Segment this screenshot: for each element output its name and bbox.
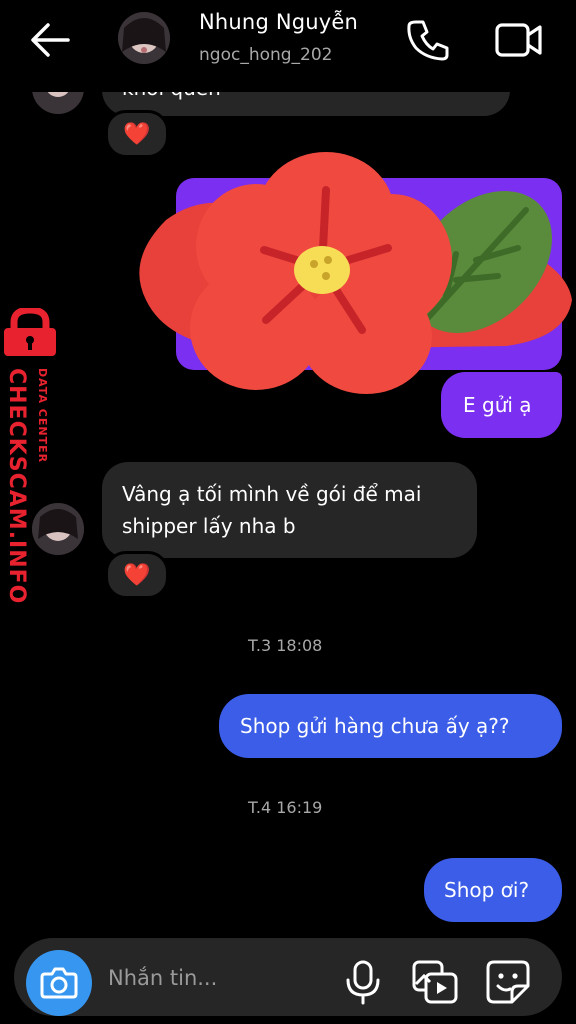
message-composer bbox=[14, 938, 562, 1016]
camera-icon bbox=[40, 967, 78, 999]
contact-username[interactable]: ngoc_hong_202 bbox=[199, 45, 333, 65]
back-button[interactable] bbox=[26, 20, 74, 60]
phone-icon bbox=[407, 20, 449, 61]
message-text: E gửi ạ bbox=[463, 393, 532, 417]
sticker-icon bbox=[486, 960, 530, 1004]
video-call-button[interactable] bbox=[494, 18, 544, 62]
heart-icon: ❤️ bbox=[123, 562, 151, 588]
heart-icon: ❤️ bbox=[123, 121, 151, 147]
microphone-icon bbox=[346, 960, 380, 1005]
gallery-button[interactable] bbox=[410, 958, 460, 1006]
message-bubble-outgoing[interactable]: Shop ơi? bbox=[424, 858, 562, 922]
gallery-icon bbox=[412, 960, 458, 1004]
message-bubble-outgoing[interactable]: Shop gửi hàng chưa ấy ạ?? bbox=[219, 694, 562, 758]
contact-name[interactable]: Nhung Nguyễn bbox=[199, 10, 358, 34]
chat-header: Nhung Nguyễn ngoc_hong_202 bbox=[0, 0, 576, 92]
message-bubble-incoming[interactable]: Vâng ạ tối mình về gói để mai shipper lấ… bbox=[102, 462, 477, 558]
message-input[interactable]: Nhắn tin... bbox=[108, 966, 217, 990]
sticker-button[interactable] bbox=[484, 958, 532, 1006]
arrow-left-icon bbox=[31, 23, 70, 57]
video-camera-icon bbox=[495, 23, 542, 57]
voice-call-button[interactable] bbox=[404, 16, 452, 64]
red-flower-sticker[interactable] bbox=[126, 150, 576, 402]
camera-button[interactable] bbox=[26, 950, 92, 1016]
message-text: Shop gửi hàng chưa ấy ạ?? bbox=[240, 714, 510, 738]
timestamp: T.4 16:19 bbox=[248, 798, 323, 817]
message-text-line: shipper lấy nha b bbox=[122, 514, 296, 538]
message-text: Shop ơi? bbox=[444, 878, 530, 902]
message-bubble-outgoing[interactable]: E gửi ạ bbox=[441, 372, 562, 438]
message-text-line: Vâng ạ tối mình về gói để mai bbox=[122, 482, 422, 506]
watermark-sub: DATA CENTER bbox=[36, 368, 49, 464]
timestamp: T.3 18:08 bbox=[248, 636, 323, 655]
heart-reaction[interactable]: ❤️ bbox=[105, 551, 169, 599]
watermark-brand: CHECKSCAM.INFO bbox=[4, 368, 29, 605]
voice-message-button[interactable] bbox=[342, 958, 384, 1006]
lock-icon bbox=[4, 308, 56, 356]
watermark: CHECKSCAM.INFO DATA CENTER bbox=[0, 308, 64, 604]
contact-avatar[interactable] bbox=[118, 12, 170, 64]
